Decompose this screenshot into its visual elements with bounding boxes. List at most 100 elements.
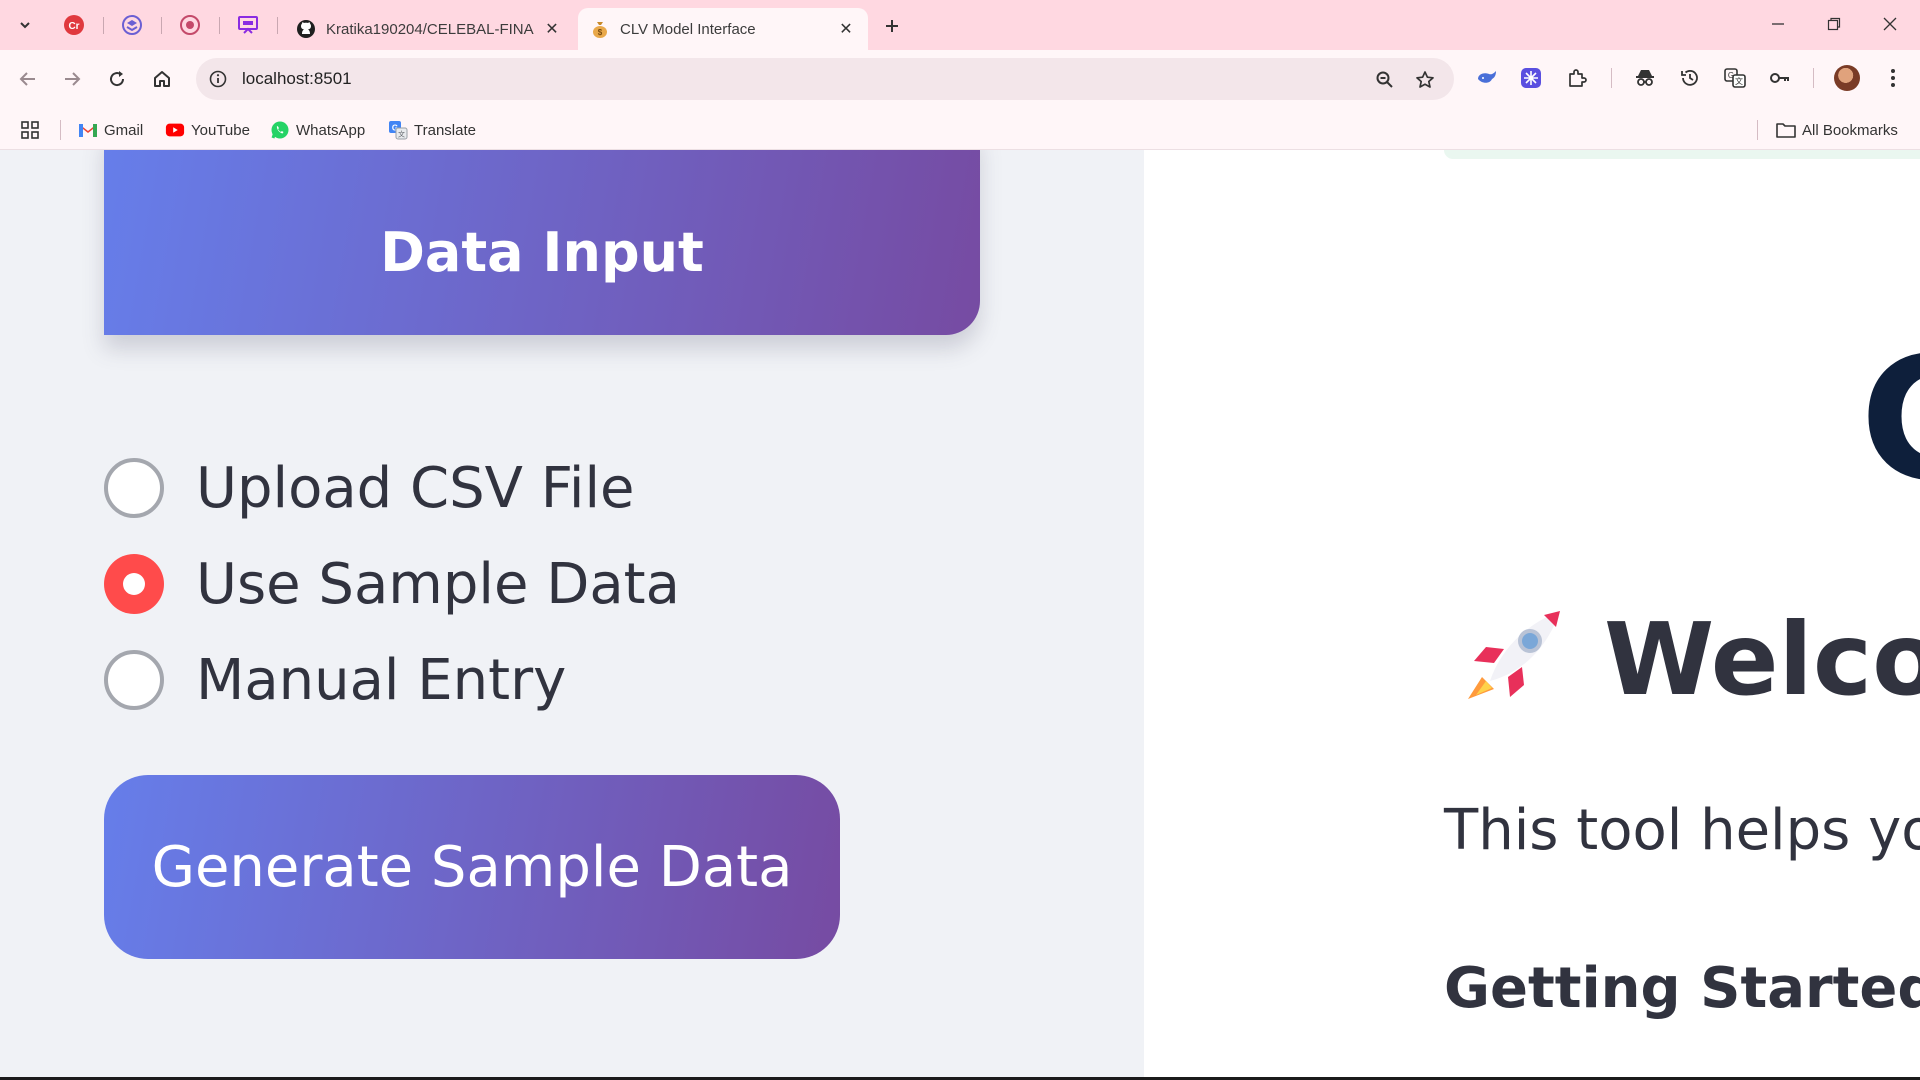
tab-title: CLV Model Interface <box>620 20 756 38</box>
whale-icon <box>1478 71 1496 83</box>
browser-toolbar: localhost:8501 G文 <box>0 50 1920 108</box>
data-input-header: Data Input <box>104 150 980 335</box>
bookmark-label: YouTube <box>191 121 250 139</box>
bookmark-gmail[interactable]: Gmail <box>78 119 143 141</box>
pinned-tab-4[interactable] <box>234 11 262 39</box>
radio-option-upload-csv[interactable]: Upload CSV File <box>104 440 680 536</box>
pinned-tab-2[interactable] <box>118 11 146 39</box>
tab-separator <box>277 17 278 34</box>
translate-page-button[interactable]: G文 <box>1720 63 1750 93</box>
folder-icon <box>1776 120 1796 140</box>
plus-icon <box>886 20 898 32</box>
forward-button[interactable] <box>56 63 88 95</box>
radio-button-unselected[interactable] <box>104 458 164 518</box>
getting-started-heading: Getting Started: <box>1444 956 1920 1021</box>
tab-github[interactable]: Kratika190204/CELEBAL-FINAL- ✕ <box>284 8 574 50</box>
profile-avatar[interactable] <box>1834 65 1860 91</box>
app-logo-icon: Cr <box>64 15 84 35</box>
svg-text:Cr: Cr <box>68 21 79 32</box>
translate-icon: G文 <box>388 120 408 140</box>
tool-description: This tool helps you <box>1444 798 1920 863</box>
tab-search-button[interactable] <box>12 13 38 37</box>
zoom-icon[interactable] <box>1372 67 1398 93</box>
bookmarks-bar: Gmail YouTube WhatsApp G文 Translate All … <box>0 108 1920 150</box>
extension-snowflake[interactable] <box>1516 63 1546 93</box>
minimize-button[interactable] <box>1750 0 1806 48</box>
bookmark-translate[interactable]: G文 Translate <box>388 119 476 141</box>
toolbar-separator <box>1813 68 1814 88</box>
chevron-down-icon <box>20 22 30 29</box>
layers-logo-icon <box>122 15 142 35</box>
radio-label[interactable]: Upload CSV File <box>196 456 634 521</box>
radio-option-manual-entry[interactable]: Manual Entry <box>104 632 680 728</box>
incognito-button[interactable] <box>1630 63 1660 93</box>
password-manager-button[interactable] <box>1765 63 1795 93</box>
data-source-radio-group: Upload CSV File Use Sample Data Manual E… <box>104 440 680 728</box>
bookmark-star-icon[interactable] <box>1412 67 1438 93</box>
page-title-fragment: C <box>1860 335 1920 505</box>
close-tab-icon[interactable]: ✕ <box>542 19 562 39</box>
bookmark-youtube[interactable]: YouTube <box>165 119 250 141</box>
circle-logo-icon <box>180 15 200 35</box>
all-bookmarks-label: All Bookmarks <box>1802 121 1898 139</box>
bookmark-label: WhatsApp <box>296 121 366 139</box>
apps-button[interactable] <box>20 119 40 141</box>
restore-icon <box>1827 17 1841 31</box>
close-icon <box>1883 17 1897 31</box>
pinned-tab-3[interactable] <box>176 11 204 39</box>
radio-dot <box>123 573 145 595</box>
radio-option-sample-data[interactable]: Use Sample Data <box>104 536 680 632</box>
toolbar-separator <box>1611 68 1612 88</box>
bookmark-whatsapp[interactable]: WhatsApp <box>270 119 365 141</box>
history-button[interactable] <box>1675 63 1705 93</box>
rocket-icon <box>1460 603 1568 711</box>
tab-clv-model[interactable]: $ CLV Model Interface ✕ <box>578 8 868 50</box>
sidebar: Data Input Upload CSV File Use Sample Da… <box>0 150 1144 1077</box>
notification-strip <box>1444 150 1920 159</box>
gmail-icon <box>78 120 98 140</box>
whatsapp-icon <box>270 120 290 140</box>
url-text[interactable]: localhost:8501 <box>242 69 352 89</box>
apps-grid-icon <box>21 121 39 139</box>
close-tab-icon[interactable]: ✕ <box>836 19 856 39</box>
all-bookmarks-button[interactable]: All Bookmarks <box>1776 119 1898 141</box>
svg-text:文: 文 <box>1735 76 1743 86</box>
arrow-right-icon <box>65 72 81 86</box>
menu-button[interactable] <box>1878 63 1908 93</box>
tab-strip: Cr Kratika190204/CELEBAL-FINAL- ✕ $ CLV … <box>0 0 1920 50</box>
presentation-icon <box>238 16 258 34</box>
money-bag-icon: $ <box>593 22 607 38</box>
extension-whale[interactable] <box>1472 63 1502 93</box>
restore-button[interactable] <box>1806 0 1862 48</box>
more-vertical-icon <box>1891 69 1895 87</box>
tab-separator <box>219 17 220 34</box>
arrow-left-icon <box>19 72 35 86</box>
svg-text:$: $ <box>598 28 603 37</box>
back-button[interactable] <box>12 63 44 95</box>
incognito-icon <box>1636 70 1654 86</box>
generate-sample-data-button[interactable]: Generate Sample Data <box>104 775 840 959</box>
site-info-icon[interactable] <box>206 67 230 91</box>
radio-button-unselected[interactable] <box>104 650 164 710</box>
close-window-button[interactable] <box>1862 0 1918 48</box>
extensions-button[interactable] <box>1562 63 1592 93</box>
minimize-icon <box>1772 23 1784 25</box>
history-icon <box>1681 69 1698 86</box>
tab-separator <box>161 17 162 34</box>
home-button[interactable] <box>146 63 178 95</box>
reload-button[interactable] <box>101 63 133 95</box>
radio-label[interactable]: Manual Entry <box>196 648 566 713</box>
puzzle-icon <box>1569 69 1587 87</box>
address-bar[interactable]: localhost:8501 <box>196 58 1454 100</box>
tab-title: Kratika190204/CELEBAL-FINAL- <box>326 20 534 38</box>
reload-icon <box>110 71 125 87</box>
pinned-tab-1[interactable]: Cr <box>60 11 88 39</box>
bookmark-separator <box>1757 120 1758 140</box>
youtube-icon <box>165 120 185 140</box>
radio-button-selected[interactable] <box>104 554 164 614</box>
bookmark-separator <box>60 120 61 140</box>
radio-label[interactable]: Use Sample Data <box>196 552 680 617</box>
new-tab-button[interactable] <box>878 12 906 40</box>
translate-icon: G文 <box>1724 68 1746 88</box>
bookmark-label: Translate <box>414 121 476 139</box>
